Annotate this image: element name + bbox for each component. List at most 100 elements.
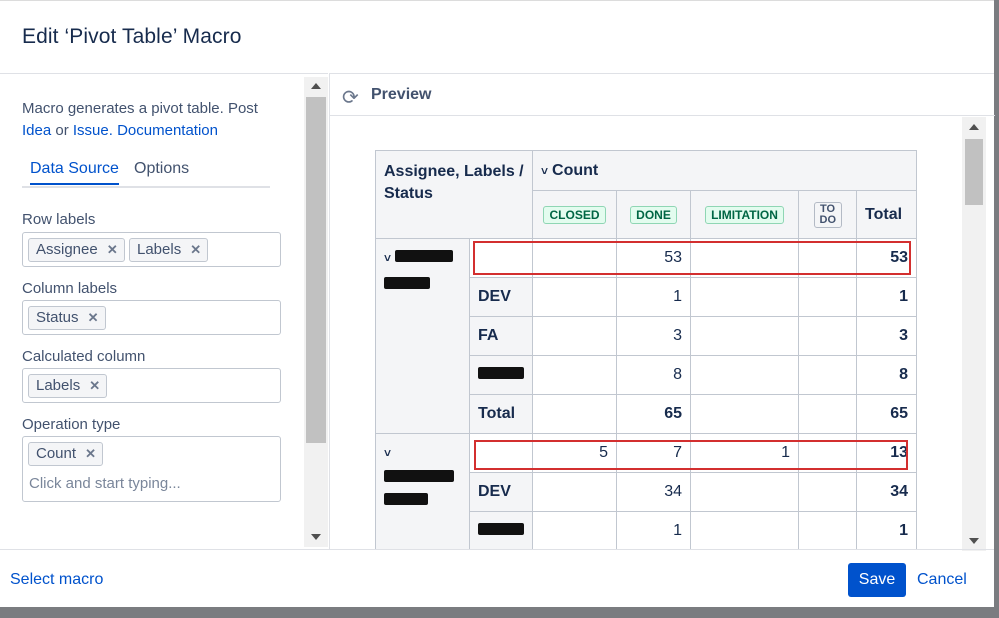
chevron-down-icon[interactable]: ˅ (541, 164, 548, 178)
pivot-cell (798, 511, 857, 549)
scrollbar-thumb[interactable] (306, 97, 326, 443)
total-header: Total (856, 190, 917, 239)
save-button[interactable]: Save (848, 563, 906, 597)
row-label-redacted (469, 511, 533, 549)
operation-type-placeholder: Click and start typing... (29, 475, 181, 492)
calculated-column-label: Calculated column (22, 348, 146, 365)
chip-label: Assignee (36, 241, 98, 258)
pivot-cell: 34 (616, 472, 691, 512)
operation-type-field[interactable]: Count ✕ Click and start typing... (22, 436, 281, 502)
pivot-total-cell: 8 (856, 355, 917, 395)
idea-link[interactable]: Idea (22, 122, 51, 139)
dialog-footer: Select macro Save Cancel (0, 549, 994, 608)
macro-settings-panel: Macro generates a pivot table. Post Idea… (0, 73, 328, 549)
pivot-total-cell: 65 (856, 394, 917, 434)
chevron-down-icon[interactable]: ˅ (384, 251, 391, 265)
macro-description: Macro generates a pivot table. Post Idea… (22, 98, 292, 142)
operation-type-label: Operation type (22, 416, 121, 433)
pivot-cell (532, 316, 617, 356)
scroll-up-icon[interactable] (969, 124, 979, 130)
assignee-group-1[interactable]: ˅ (375, 238, 470, 434)
pivot-cell: 1 (616, 511, 691, 549)
pivot-cell (690, 316, 799, 356)
pivot-cell (532, 511, 617, 549)
dialog-title: Edit ‘Pivot Table’ Macro (22, 25, 242, 48)
chip-label: Labels (137, 241, 182, 258)
pivot-cell: 1 (690, 433, 799, 473)
chip-labels: Labels ✕ (129, 238, 209, 262)
row-label-dev: DEV (469, 472, 533, 512)
pivot-cell (690, 238, 799, 278)
count-header[interactable]: ˅ Count (532, 150, 917, 191)
cancel-button[interactable]: Cancel (917, 571, 967, 589)
remove-icon[interactable]: ✕ (89, 375, 100, 397)
scroll-down-icon[interactable] (969, 538, 979, 544)
pivot-cell (798, 355, 857, 395)
pivot-cell (798, 316, 857, 356)
assignee-group-2[interactable]: ˅ (375, 433, 470, 549)
row-labels-field[interactable]: Assignee ✕ Labels ✕ (22, 232, 281, 267)
refresh-icon[interactable]: ⟳ (342, 85, 359, 110)
column-labels-label: Column labels (22, 280, 118, 297)
pivot-total-cell: 1 (856, 277, 917, 317)
select-macro-link[interactable]: Select macro (10, 571, 103, 589)
description-or: or (55, 122, 69, 139)
pivot-total-cell: 53 (856, 238, 917, 278)
pivot-cell (690, 355, 799, 395)
tab-options[interactable]: Options (134, 160, 189, 184)
pivot-cell (532, 472, 617, 512)
scroll-down-icon[interactable] (311, 534, 321, 540)
corner-header: Assignee, Labels / Status (375, 150, 533, 239)
pivot-cell (469, 238, 533, 278)
pivot-cell: 5 (532, 433, 617, 473)
column-labels-field[interactable]: Status ✕ (22, 300, 281, 335)
documentation-link[interactable]: Documentation (117, 122, 218, 139)
chevron-down-icon[interactable]: ˅ (384, 446, 391, 460)
row-label-dev: DEV (469, 277, 533, 317)
chip-status: Status ✕ (28, 306, 106, 330)
left-scrollbar[interactable] (304, 77, 328, 547)
row-label-redacted (469, 355, 533, 395)
pivot-cell (690, 472, 799, 512)
pivot-cell (798, 277, 857, 317)
pivot-cell (798, 472, 857, 512)
row-label-fa: FA (469, 316, 533, 356)
status-header-closed: CLOSED (532, 190, 617, 239)
tab-data-source[interactable]: Data Source (30, 160, 119, 185)
remove-icon[interactable]: ✕ (190, 239, 201, 261)
pivot-cell (798, 433, 857, 473)
pivot-cell (532, 277, 617, 317)
remove-icon[interactable]: ✕ (88, 307, 99, 329)
remove-icon[interactable]: ✕ (107, 239, 118, 261)
preview-scrollbar[interactable] (962, 117, 986, 551)
chip-count: Count ✕ (28, 442, 104, 466)
issue-link[interactable]: Issue. (73, 122, 113, 139)
chip-label: Status (36, 309, 79, 326)
row-label-total: Total (469, 394, 533, 434)
chip-label: Labels (36, 377, 81, 394)
preview-header: ⟳ Preview (330, 74, 995, 116)
description-text: Macro generates a pivot table. Post (22, 100, 258, 117)
pivot-cell (690, 511, 799, 549)
pivot-total-cell: 1 (856, 511, 917, 549)
pivot-cell: 3 (616, 316, 691, 356)
pivot-table-container: Assignee, Labels / Status ˅ Count CLOSED … (375, 150, 917, 549)
pivot-cell: 65 (616, 394, 691, 434)
row-labels-label: Row labels (22, 211, 96, 228)
pivot-cell (798, 238, 857, 278)
scrollbar-thumb[interactable] (965, 139, 983, 205)
pivot-total-cell: 13 (856, 433, 917, 473)
pivot-cell (690, 277, 799, 317)
scroll-up-icon[interactable] (311, 83, 321, 89)
remove-icon[interactable]: ✕ (85, 443, 96, 465)
macro-dialog: Edit ‘Pivot Table’ Macro Macro generates… (0, 0, 995, 608)
calculated-column-field[interactable]: Labels ✕ (22, 368, 281, 403)
status-header-todo: TO DO (798, 190, 857, 239)
pivot-cell (469, 433, 533, 473)
pivot-total-cell: 3 (856, 316, 917, 356)
page-backdrop (0, 607, 999, 618)
chip-label: Count (36, 445, 77, 462)
pivot-cell: 53 (616, 238, 691, 278)
pivot-total-cell: 34 (856, 472, 917, 512)
pivot-cell: 7 (616, 433, 691, 473)
